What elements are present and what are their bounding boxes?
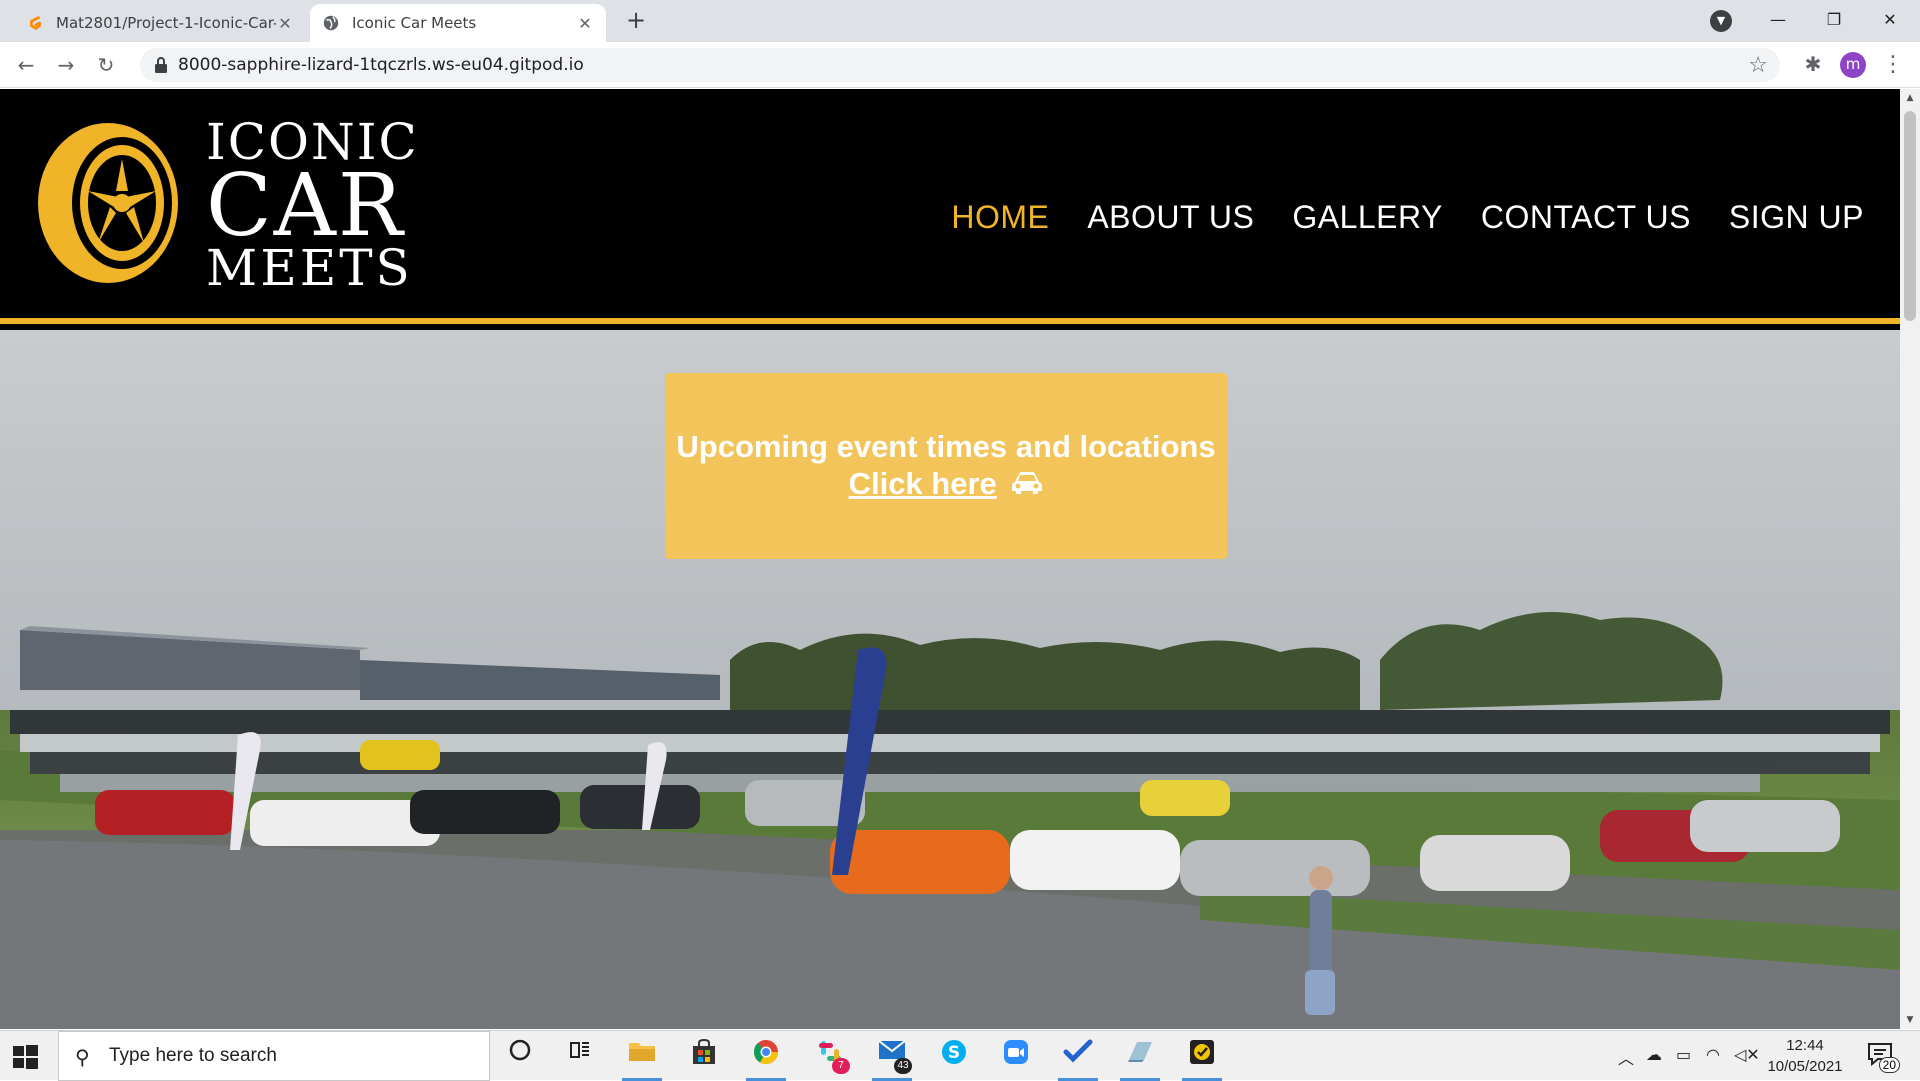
- windows-start-icon[interactable]: [10, 1041, 40, 1071]
- browser-tab-github[interactable]: Mat2801/Project-1-Iconic-Car-M ✕: [14, 4, 306, 42]
- scrollbar-thumb[interactable]: [1904, 111, 1916, 321]
- nav-gallery[interactable]: GALLERY: [1292, 199, 1443, 236]
- notifications-icon[interactable]: 20: [1866, 1041, 1900, 1073]
- click-here-link[interactable]: Click here: [849, 466, 997, 501]
- volume-muted-icon[interactable]: ◁✕: [1734, 1045, 1760, 1064]
- system-clock[interactable]: 12:44 10/05/2021: [1760, 1035, 1850, 1077]
- whiteboard-icon[interactable]: [1118, 1038, 1162, 1081]
- browser-tab-strip: Mat2801/Project-1-Iconic-Car-M ✕ Iconic …: [0, 0, 1920, 42]
- logo-line-2: CAR: [206, 156, 405, 256]
- page-scrollbar[interactable]: ▲ ▼: [1900, 89, 1920, 1029]
- browser-toolbar: ← → ↻ 8000-sapphire-lizard-1tqczrls.ws-e…: [0, 42, 1920, 88]
- nav-contact-us[interactable]: CONTACT US: [1481, 199, 1691, 236]
- notification-count: 20: [1878, 1057, 1900, 1073]
- scroll-up-icon[interactable]: ▲: [1900, 89, 1920, 107]
- slack-icon[interactable]: 7: [808, 1038, 852, 1074]
- address-bar[interactable]: 8000-sapphire-lizard-1tqczrls.ws-eu04.gi…: [140, 48, 1780, 82]
- site-header: ICONIC CAR MEETS HOME ABOUT US GALLERY C…: [0, 89, 1900, 324]
- search-placeholder: Type here to search: [109, 1045, 277, 1066]
- gitpod-icon: [30, 16, 41, 30]
- page-viewport: ICONIC CAR MEETS HOME ABOUT US GALLERY C…: [0, 89, 1900, 1029]
- nav-sign-up[interactable]: SIGN UP: [1729, 199, 1864, 236]
- battery-icon[interactable]: ▭: [1676, 1045, 1691, 1064]
- nav-about-us[interactable]: ABOUT US: [1087, 199, 1254, 236]
- bookmark-star-icon[interactable]: ☆: [1748, 53, 1768, 78]
- event-link-row: Click here: [849, 465, 1044, 504]
- svg-text:S: S: [948, 1043, 960, 1063]
- restore-button[interactable]: ❐: [1806, 0, 1862, 40]
- mail-badge: 43: [894, 1058, 912, 1074]
- norton-icon[interactable]: [1180, 1038, 1224, 1081]
- nav-home[interactable]: HOME: [951, 199, 1049, 236]
- clock-time: 12:44: [1786, 1037, 1824, 1054]
- tab-search-icon[interactable]: ▼: [1710, 10, 1732, 32]
- globe-icon: [323, 15, 339, 31]
- tire-icon: [38, 123, 178, 283]
- close-window-button[interactable]: ✕: [1862, 0, 1918, 40]
- windows-taskbar: ⚲ Type here to search 7 43 S ︿ ☁ ▭ ◠ ◁✕ …: [0, 1030, 1920, 1081]
- parked-cars: [10, 710, 1890, 792]
- hero-section: Upcoming event times and locations Click…: [0, 330, 1900, 1029]
- todo-icon[interactable]: [1056, 1038, 1100, 1081]
- file-explorer-icon[interactable]: [620, 1038, 664, 1081]
- clock-date: 10/05/2021: [1767, 1058, 1843, 1075]
- logo-line-3: MEETS: [206, 239, 413, 297]
- browser-tab-iconic[interactable]: Iconic Car Meets ✕: [310, 4, 606, 42]
- tab-title: Mat2801/Project-1-Iconic-Car-M: [56, 14, 276, 32]
- show-hidden-icons-icon[interactable]: ︿: [1618, 1045, 1634, 1069]
- mail-icon[interactable]: 43: [870, 1038, 914, 1081]
- main-nav: HOME ABOUT US GALLERY CONTACT US SIGN UP: [951, 199, 1864, 236]
- event-callout-text: Upcoming event times and locations: [676, 428, 1216, 464]
- slack-badge: 7: [832, 1058, 850, 1074]
- chrome-icon[interactable]: [744, 1038, 788, 1081]
- forward-icon[interactable]: →: [52, 51, 80, 79]
- scroll-down-icon[interactable]: ▼: [1900, 1011, 1920, 1029]
- url-text: 8000-sapphire-lizard-1tqczrls.ws-eu04.gi…: [178, 55, 584, 75]
- zoom-icon[interactable]: [994, 1038, 1038, 1074]
- car-icon: [1011, 467, 1043, 504]
- search-icon: ⚲: [75, 1045, 90, 1069]
- browser-menu-icon[interactable]: ⋮: [1882, 52, 1904, 78]
- reload-icon[interactable]: ↻: [92, 51, 120, 79]
- logo-wordmark: ICONIC CAR MEETS: [206, 117, 419, 293]
- close-icon[interactable]: ✕: [576, 14, 594, 33]
- wifi-icon[interactable]: ◠: [1706, 1045, 1720, 1064]
- site-logo[interactable]: ICONIC CAR MEETS: [36, 117, 417, 293]
- lock-icon: [155, 57, 167, 73]
- extensions-icon[interactable]: ✱: [1800, 52, 1826, 78]
- back-icon[interactable]: ←: [12, 51, 40, 79]
- taskbar-search[interactable]: ⚲ Type here to search: [58, 1031, 490, 1081]
- microsoft-store-icon[interactable]: [682, 1038, 726, 1074]
- upcoming-events-callout: Upcoming event times and locations Click…: [665, 373, 1227, 559]
- minimize-button[interactable]: —: [1750, 0, 1806, 40]
- task-view-icon[interactable]: [558, 1038, 602, 1074]
- new-tab-button[interactable]: +: [622, 6, 650, 34]
- tab-title: Iconic Car Meets: [352, 14, 477, 32]
- onedrive-icon[interactable]: ☁: [1646, 1045, 1662, 1064]
- close-icon[interactable]: ✕: [276, 14, 294, 33]
- profile-avatar[interactable]: m: [1840, 52, 1866, 78]
- skype-icon[interactable]: S: [932, 1038, 976, 1074]
- cortana-icon[interactable]: [498, 1038, 542, 1074]
